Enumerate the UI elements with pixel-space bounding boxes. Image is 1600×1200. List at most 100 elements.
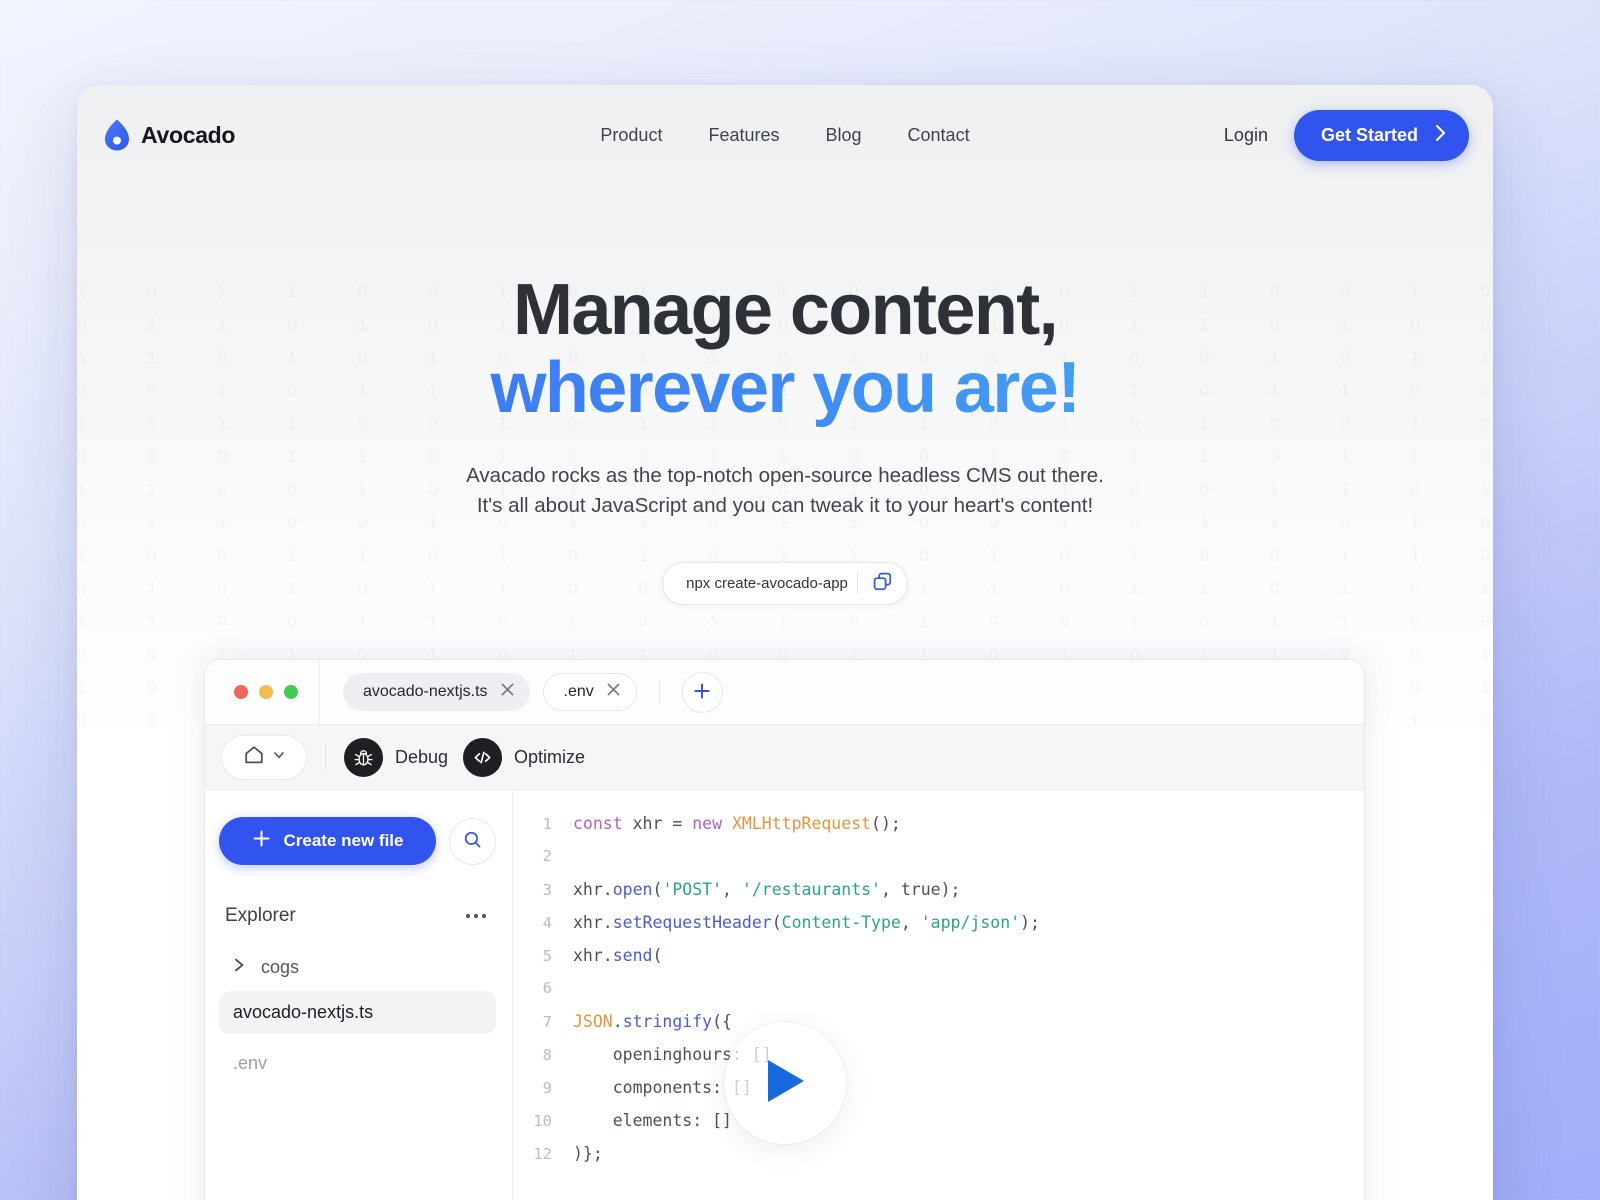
- code-token: (: [652, 880, 663, 899]
- chevron-right-icon: [1435, 124, 1446, 147]
- code-token: '/restaurants': [741, 880, 881, 899]
- nav-link-blog[interactable]: Blog: [826, 125, 862, 146]
- code-text: const xhr = new XMLHttpRequest();: [573, 814, 901, 833]
- search-icon: [463, 830, 482, 852]
- line-number: 9: [542, 1079, 552, 1097]
- npx-command-pill[interactable]: npx create-avocado-app: [662, 561, 908, 605]
- code-text: xhr.open('POST', '/restaurants', true);: [573, 880, 960, 899]
- code-token: xhr: [622, 814, 673, 833]
- code-token: JSON: [573, 1012, 613, 1031]
- hero-subtitle-line-1: Avacado rocks as the top-notch open-sour…: [466, 463, 1104, 487]
- code-pane[interactable]: 1 const xhr = new XMLHttpRequest(); 2 3 xhr.…: [513, 790, 1364, 1200]
- code-line: 2: [513, 847, 1364, 880]
- line-number: 5: [542, 947, 552, 965]
- code-line: 9 components: []: [513, 1078, 1364, 1111]
- play-icon: [762, 1057, 808, 1110]
- window-close-dot[interactable]: [234, 685, 248, 699]
- editor-toolbar: Debug Optimize: [205, 724, 1364, 790]
- home-icon: [243, 744, 265, 771]
- code-token: ();: [871, 814, 901, 833]
- code-line: 1 const xhr = new XMLHttpRequest();: [513, 814, 1364, 847]
- login-link[interactable]: Login: [1224, 125, 1268, 146]
- copy-command-button[interactable]: [858, 563, 907, 604]
- code-editor-window: avocado-nextjs.ts .env Debug Optimize Cr…: [204, 659, 1365, 1200]
- code-lines: 1 const xhr = new XMLHttpRequest(); 2 3 xhr.…: [513, 814, 1364, 1177]
- get-started-button[interactable]: Get Started: [1293, 109, 1469, 161]
- line-number: 2: [542, 847, 552, 865]
- tab-avocado-nextjs[interactable]: avocado-nextjs.ts: [343, 673, 530, 711]
- get-started-label: Get Started: [1320, 124, 1418, 145]
- optimize-button[interactable]: Optimize: [463, 737, 600, 777]
- code-line: 6: [513, 979, 1364, 1012]
- editor-sidebar: Create new file Explorer cogs avocado-ne…: [205, 790, 513, 1200]
- code-token: ,: [900, 913, 921, 932]
- debug-label: Debug: [395, 746, 449, 767]
- chevron-right-icon: [233, 957, 246, 978]
- close-icon[interactable]: [501, 683, 514, 701]
- top-navigation-bar: Avocado Product Features Blog Contact Lo…: [77, 85, 1493, 185]
- code-token: xhr.: [573, 880, 613, 899]
- window-minimize-dot[interactable]: [259, 685, 273, 699]
- nav-link-product[interactable]: Product: [600, 125, 662, 146]
- code-token: (: [652, 946, 663, 965]
- window-traffic-lights: [205, 660, 320, 724]
- avocado-logo-icon: [104, 119, 130, 151]
- nav-link-contact[interactable]: Contact: [908, 125, 970, 146]
- tree-folder-label: cogs: [261, 957, 300, 977]
- tree-folder-cogs[interactable]: cogs: [219, 950, 496, 985]
- brand-logo-group[interactable]: Avocado: [104, 119, 235, 151]
- create-new-file-label: Create new file: [283, 831, 404, 850]
- plus-icon: [252, 829, 271, 853]
- tree-file-env[interactable]: .env: [219, 1042, 496, 1085]
- copy-icon: [873, 572, 892, 594]
- code-token: xhr.: [573, 913, 613, 932]
- code-text: xhr.send(: [573, 946, 662, 965]
- code-text: )};: [573, 1144, 603, 1163]
- debug-button[interactable]: Debug: [344, 737, 463, 777]
- line-number: 1: [542, 815, 552, 833]
- code-token: new: [692, 814, 723, 833]
- toolbar-divider: [325, 744, 326, 770]
- code-line: 4 xhr.setRequestHeader(Content-Type, 'app…: [513, 913, 1364, 946]
- line-number: 6: [542, 979, 552, 997]
- code-token: xhr.: [573, 946, 613, 965]
- file-tree: cogs avocado-nextjs.ts .env: [219, 950, 496, 1085]
- page-title: Manage content, wherever you are!: [77, 271, 1493, 428]
- code-text: xhr.setRequestHeader(Content-Type, 'app/…: [573, 913, 1040, 932]
- code-line: 8 openinghours: []: [513, 1045, 1364, 1078]
- code-token: );: [1020, 913, 1040, 932]
- explorer-header: Explorer: [219, 905, 496, 927]
- ellipsis-icon[interactable]: [465, 912, 487, 920]
- headline-line-2: wherever you are!: [77, 349, 1493, 428]
- play-video-button[interactable]: [724, 1022, 846, 1144]
- tree-file-avocado-nextjs[interactable]: avocado-nextjs.ts: [219, 991, 496, 1034]
- line-number: 7: [542, 1013, 552, 1031]
- nav-link-features[interactable]: Features: [708, 125, 779, 146]
- search-button[interactable]: [449, 817, 496, 865]
- editor-tabs: avocado-nextjs.ts .env: [320, 671, 723, 713]
- code-token: open: [612, 880, 653, 899]
- editor-tab-bar: avocado-nextjs.ts .env: [205, 660, 1364, 724]
- create-new-file-button[interactable]: Create new file: [219, 817, 436, 865]
- close-icon[interactable]: [607, 683, 620, 701]
- hero-section: Manage content, wherever you are! Avacad…: [77, 271, 1493, 605]
- nav-right-group: Login Get Started: [1224, 109, 1469, 161]
- home-breadcrumb-button[interactable]: [221, 734, 307, 780]
- plus-icon: [693, 682, 711, 703]
- code-token: Content-Type: [781, 913, 901, 932]
- line-number: 12: [533, 1145, 552, 1163]
- code-token: stringify: [622, 1012, 713, 1031]
- code-token: )};: [573, 1144, 603, 1163]
- window-maximize-dot[interactable]: [284, 685, 298, 699]
- code-line: 10 elements: []: [513, 1111, 1364, 1144]
- code-brackets-icon: [463, 737, 503, 777]
- hero-subtitle: Avacado rocks as the top-notch open-sour…: [77, 461, 1493, 521]
- code-token: send: [612, 946, 653, 965]
- hero-subtitle-line-2: It's all about JavaScript and you can tw…: [476, 493, 1094, 517]
- code-line: 7 JSON.stringify({: [513, 1012, 1364, 1045]
- add-tab-button[interactable]: [681, 671, 723, 713]
- code-token: (: [771, 913, 782, 932]
- tab-env[interactable]: .env: [542, 673, 637, 711]
- editor-body: Create new file Explorer cogs avocado-ne…: [205, 790, 1364, 1200]
